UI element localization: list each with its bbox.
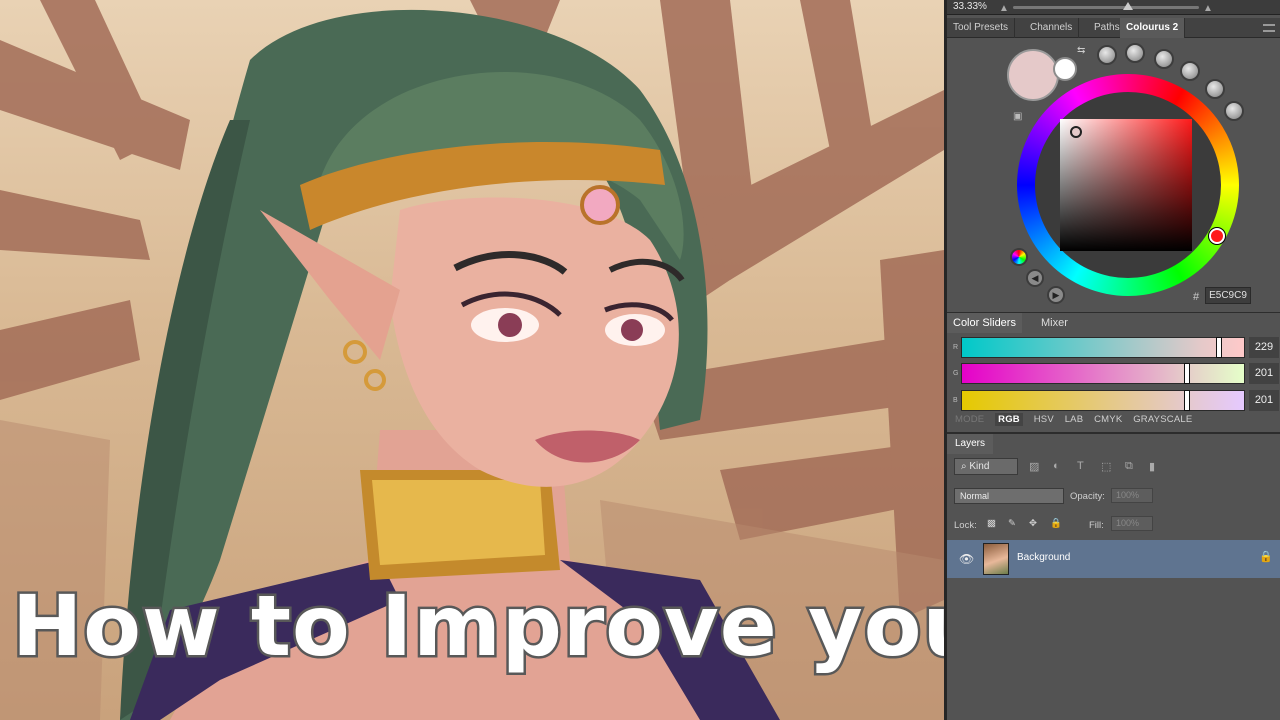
mode-hsv[interactable]: HSV — [1034, 414, 1054, 425]
mode-grayscale[interactable]: GRAYSCALE — [1133, 414, 1192, 425]
slider-b[interactable] — [961, 390, 1245, 411]
layer-filter-label: Kind — [969, 461, 990, 472]
opacity-input[interactable]: 100% — [1111, 488, 1153, 503]
filter-type-icon[interactable]: T — [1077, 460, 1084, 472]
mode-lab[interactable]: LAB — [1065, 414, 1084, 425]
panel-menu-icon[interactable] — [1263, 24, 1275, 32]
preset-knob-icon[interactable] — [1224, 101, 1244, 121]
filter-shape-icon[interactable]: ⬚ — [1101, 460, 1111, 473]
filter-adjustment-icon[interactable]: ◐ — [1053, 460, 1060, 472]
layer-thumbnail — [983, 543, 1009, 575]
filter-toggle-icon[interactable]: ▮ — [1149, 460, 1155, 473]
slider-b-label: B — [953, 397, 958, 404]
fill-label: Fill: — [1089, 520, 1104, 531]
foreground-color-swatch[interactable] — [1007, 49, 1059, 101]
mode-cmyk[interactable]: CMYK — [1094, 414, 1122, 425]
tab-tool-presets[interactable]: Tool Presets — [947, 18, 1016, 38]
lock-position-icon[interactable]: ✥ — [1029, 518, 1037, 529]
hex-input[interactable]: E5C9C9 — [1205, 287, 1251, 304]
rotate-left-icon[interactable]: ◀ — [1026, 269, 1044, 287]
zoom-level[interactable]: 33.33% — [953, 1, 987, 12]
tab-layers[interactable]: Layers — [947, 434, 994, 454]
slider-g-label: G — [953, 370, 959, 377]
preset-knob-icon[interactable] — [1097, 45, 1117, 65]
zoom-out-icon[interactable]: ▲ — [999, 3, 1009, 14]
right-panel: 33.33% ▲ ▲ Tool Presets Channels Paths C… — [944, 0, 1280, 720]
mode-rgb[interactable]: RGB — [995, 413, 1023, 426]
zoom-in-icon[interactable]: ▲ — [1203, 3, 1213, 14]
background-color-swatch[interactable] — [1053, 57, 1077, 81]
opacity-label: Opacity: — [1070, 491, 1105, 502]
preset-knob-icon[interactable] — [1180, 61, 1200, 81]
color-mode-list: MODE RGB HSV LAB CMYK GRAYSCALE — [955, 413, 1200, 426]
navigator-strip: 33.33% ▲ ▲ — [947, 0, 1280, 15]
hue-picker-handle[interactable] — [1209, 228, 1225, 244]
hex-hash: # — [1193, 291, 1200, 303]
slider-g[interactable] — [961, 363, 1245, 384]
layer-filter-select[interactable]: ⌕ Kind — [954, 458, 1018, 475]
lock-transparency-icon[interactable]: ▩ — [987, 518, 996, 529]
color-sliders-panel: Color Sliders Mixer R 229 G 201 B 201 MO… — [947, 312, 1280, 432]
preset-knob-icon[interactable] — [1125, 43, 1145, 63]
tab-colourus-2[interactable]: Colourus 2 — [1120, 18, 1186, 38]
play-icon[interactable]: ▶ — [1047, 286, 1065, 304]
slider-g-value[interactable]: 201 — [1249, 363, 1279, 384]
color-wheel-mode-icon[interactable] — [1010, 248, 1028, 266]
panel-tabbar: Tool Presets Channels Paths Colourus 2 — [947, 18, 1280, 38]
fill-input[interactable]: 100% — [1111, 516, 1153, 531]
visibility-eye-icon[interactable]: 👁 — [959, 552, 974, 566]
slider-r-value[interactable]: 229 — [1249, 337, 1279, 358]
preset-knob-icon[interactable] — [1205, 79, 1225, 99]
blend-mode-select[interactable]: Normal — [954, 488, 1064, 504]
tab-channels[interactable]: Channels — [1024, 18, 1080, 38]
zoom-slider-thumb[interactable] — [1123, 2, 1133, 10]
slider-r-label: R — [953, 344, 959, 351]
filter-pixel-icon[interactable]: ▨ — [1029, 460, 1039, 473]
tab-mixer[interactable]: Mixer — [1035, 313, 1074, 333]
filter-smart-object-icon[interactable]: ⧉ — [1125, 460, 1133, 473]
slider-g-thumb[interactable] — [1184, 363, 1190, 384]
layers-panel: Layers ⌕ Kind ▨ ◐ T ⬚ ⧉ ▮ Normal Opacity… — [947, 432, 1280, 720]
colourus-panel: ⇆ ▣ ◀ ▶ # E5C9C9 — [947, 39, 1280, 311]
layer-row-background[interactable]: 👁 Background 🔒 — [947, 540, 1280, 578]
preset-knob-icon[interactable] — [1154, 49, 1174, 69]
lock-all-icon[interactable]: 🔒 — [1050, 518, 1062, 529]
zoom-slider[interactable] — [1013, 6, 1199, 9]
default-colors-icon[interactable]: ▣ — [1013, 111, 1022, 122]
slider-b-thumb[interactable] — [1184, 390, 1190, 411]
slider-b-value[interactable]: 201 — [1249, 390, 1279, 411]
lock-pixels-icon[interactable]: ✎ — [1008, 518, 1016, 529]
lock-label: Lock: — [954, 520, 977, 531]
layer-lock-icon: 🔒 — [1259, 551, 1273, 563]
saturation-brightness-square[interactable] — [1060, 119, 1192, 251]
slider-r-thumb[interactable] — [1216, 337, 1222, 358]
slider-r[interactable] — [961, 337, 1245, 358]
color-picker-handle[interactable] — [1070, 126, 1082, 138]
tab-color-sliders[interactable]: Color Sliders — [947, 313, 1022, 333]
swap-colors-icon[interactable]: ⇆ — [1077, 45, 1085, 56]
layer-name[interactable]: Background — [1017, 552, 1070, 563]
mode-label: MODE — [955, 414, 985, 425]
photoshop-window: How to Improve your Art 33.33% ▲ ▲ Tool … — [0, 0, 1280, 720]
